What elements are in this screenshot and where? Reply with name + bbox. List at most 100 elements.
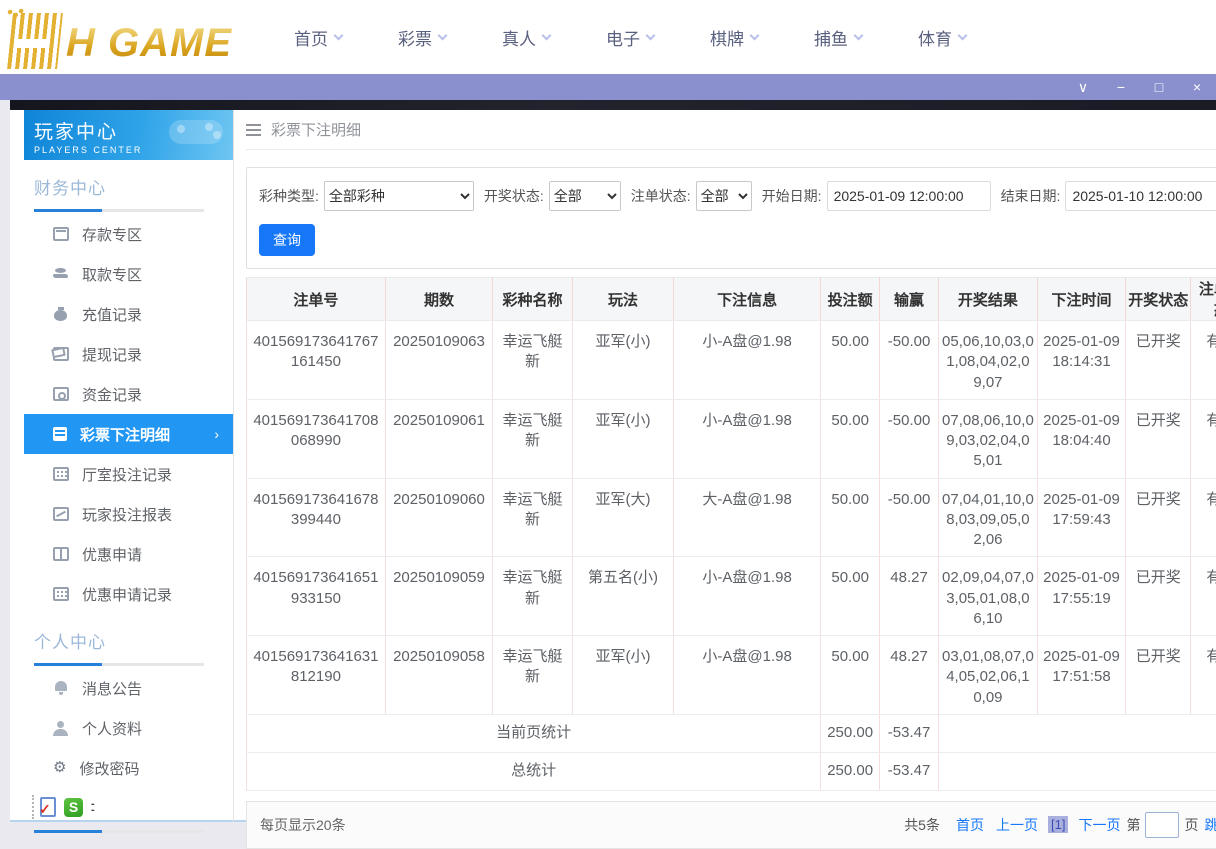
hamburger-icon[interactable]	[246, 124, 261, 136]
cell-bet-info: 大-A盘@1.98	[673, 478, 820, 557]
cell-order-no: 401569173641631812190	[247, 636, 386, 715]
summary-win-loss-total: -53.47	[880, 752, 939, 790]
minimize-button[interactable]: −	[1102, 74, 1140, 100]
end-date-input[interactable]	[1065, 181, 1216, 211]
next-page-link[interactable]: 下一页	[1078, 815, 1120, 835]
nav-item-体育[interactable]: 体育	[918, 25, 1022, 50]
cell-bet-amount: 50.00	[821, 321, 880, 400]
col-header-draw-status: 开奖状态	[1126, 278, 1191, 321]
cell-bet-time: 2025-01-09 18:04:40	[1037, 399, 1125, 478]
page-jump-input[interactable]	[1145, 812, 1179, 838]
cell-bet-amount: 50.00	[821, 636, 880, 715]
col-header-bet-time: 下注时间	[1037, 278, 1125, 321]
nav-item-电子[interactable]: 电子	[606, 25, 710, 50]
cell-win-loss: -50.00	[880, 478, 939, 557]
sidebar-item-优惠申请记录[interactable]: 优惠申请记录	[24, 574, 233, 614]
cell-bet-info: 小-A盘@1.98	[673, 636, 820, 715]
summary-bet-total: 250.00	[821, 714, 880, 752]
sidebar-item-label: 充值记录	[82, 304, 142, 325]
sidebar-item-优惠申请[interactable]: 优惠申请	[24, 534, 233, 574]
overlay-document-check-icon[interactable]	[40, 797, 56, 817]
gear-icon: ⚙	[53, 761, 66, 775]
lottery-type-select[interactable]: 全部彩种	[324, 181, 474, 211]
list-icon	[53, 467, 69, 481]
draw-status-select[interactable]: 全部	[549, 181, 621, 211]
summary-label: 当前页统计	[247, 714, 821, 752]
document-icon	[53, 427, 67, 441]
order-status-select[interactable]: 全部	[696, 181, 752, 211]
sidebar-item-label: 玩家投注报表	[82, 504, 172, 525]
nav-item-label: 首页	[294, 25, 328, 50]
sidebar-item-厅室投注记录[interactable]: 厅室投注记录	[24, 454, 233, 494]
nav-item-棋牌[interactable]: 棋牌	[710, 25, 814, 50]
col-header-order-no: 注单号	[247, 278, 386, 321]
user-icon	[53, 721, 69, 735]
sidebar: 玩家中心 PLAYERS CENTER 财务中心存款专区取款专区充值记录提现记录…	[10, 110, 234, 822]
filter-panel: 彩种类型: 全部彩种 开奖状态: 全部 注单状态: 全部 开始日期: 结束日期:	[246, 167, 1216, 269]
order-status-label: 注单状态:	[631, 186, 691, 206]
sidebar-item-label: 优惠申请	[82, 544, 142, 565]
sidebar-item-充值记录[interactable]: 充值记录	[24, 294, 233, 334]
maximize-button[interactable]: □	[1140, 74, 1178, 100]
sidebar-item-彩票下注明细[interactable]: 彩票下注明细›	[24, 414, 233, 454]
section-divider	[34, 663, 204, 666]
start-date-label: 开始日期:	[762, 186, 822, 206]
cell-win-loss: -50.00	[880, 399, 939, 478]
close-button[interactable]: ×	[1178, 74, 1216, 100]
app-window: 玩家中心 PLAYERS CENTER 财务中心存款专区取款专区充值记录提现记录…	[10, 100, 1216, 822]
table-row: 40156917364165193315020250109059幸运飞艇新第五名…	[247, 557, 1216, 636]
dotted-divider-icon	[32, 795, 34, 819]
chevron-down-icon	[542, 30, 552, 40]
nav-item-label: 棋牌	[710, 25, 744, 50]
cell-bet-time: 2025-01-09 18:14:31	[1037, 321, 1125, 400]
nav-item-捕鱼[interactable]: 捕鱼	[814, 25, 918, 50]
withdraw-hand-icon	[53, 267, 69, 281]
col-header-period: 期数	[385, 278, 492, 321]
cell-period: 20250109059	[385, 557, 492, 636]
main-nav: 首页 彩票真人 电子棋牌 捕鱼体育	[294, 25, 1022, 50]
search-button[interactable]: 查询	[259, 224, 315, 256]
cell-period: 20250109063	[385, 321, 492, 400]
nav-item-首页[interactable]: 首页	[294, 25, 398, 50]
sidebar-header: 玩家中心 PLAYERS CENTER	[24, 110, 233, 160]
cell-order-status: 有效	[1191, 557, 1216, 636]
cell-play: 亚军(小)	[573, 321, 674, 400]
overlay-sogou-icon[interactable]: S	[64, 798, 83, 817]
sidebar-item-玩家投注报表[interactable]: 玩家投注报表	[24, 494, 233, 534]
desktop-overlay-icons: S --	[32, 794, 233, 820]
table-row: 40156917364170806899020250109061幸运飞艇新亚军(…	[247, 399, 1216, 478]
sidebar-item-资金记录[interactable]: 资金记录	[24, 374, 233, 414]
prev-page-link[interactable]: 上一页	[996, 815, 1038, 835]
overlay-more-dots-icon[interactable]: --	[91, 801, 95, 813]
sidebar-item-label: 优惠申请记录	[82, 584, 172, 605]
sidebar-item-修改密码[interactable]: ⚙修改密码	[24, 748, 233, 788]
nav-item-彩票[interactable]: 彩票	[398, 25, 502, 50]
chevron-down-icon	[854, 30, 864, 40]
first-page-link[interactable]: 首页	[956, 815, 984, 835]
col-header-order-status: 注单状态	[1191, 278, 1216, 321]
cell-order-no: 401569173641678399440	[247, 478, 386, 557]
start-date-input[interactable]	[827, 181, 991, 211]
sidebar-item-消息公告[interactable]: 消息公告	[24, 668, 233, 708]
sidebar-item-取款专区[interactable]: 取款专区	[24, 254, 233, 294]
summary-bet-total: 250.00	[821, 752, 880, 790]
cell-lottery-name: 幸运飞艇新	[493, 399, 573, 478]
lottery-type-label: 彩种类型:	[259, 186, 319, 206]
nav-item-真人[interactable]: 真人	[502, 25, 606, 50]
jump-action-link[interactable]: 跳转	[1204, 815, 1216, 835]
cell-win-loss: -50.00	[880, 321, 939, 400]
site-header: H GAME 首页彩票真人电子棋牌捕鱼体育	[0, 0, 1216, 74]
sidebar-item-存款专区[interactable]: 存款专区	[24, 214, 233, 254]
sidebar-item-提现记录[interactable]: 提现记录	[24, 334, 233, 374]
nav-item-label: 真人	[502, 25, 536, 50]
dropdown-chevron-button[interactable]: ∨	[1064, 74, 1102, 100]
cell-draw-result: 03,01,08,07,04,05,02,06,10,09	[938, 636, 1037, 715]
cell-order-status: 有效	[1191, 478, 1216, 557]
summary-row: 总统计250.00-53.47	[247, 752, 1216, 790]
cell-order-status: 有效	[1191, 399, 1216, 478]
sidebar-item-个人资料[interactable]: 个人资料	[24, 708, 233, 748]
jump-suffix-label: 页	[1184, 815, 1198, 835]
col-header-play: 玩法	[573, 278, 674, 321]
sidebar-item-label: 消息公告	[82, 678, 142, 699]
total-count-label: 共5条	[904, 815, 940, 835]
